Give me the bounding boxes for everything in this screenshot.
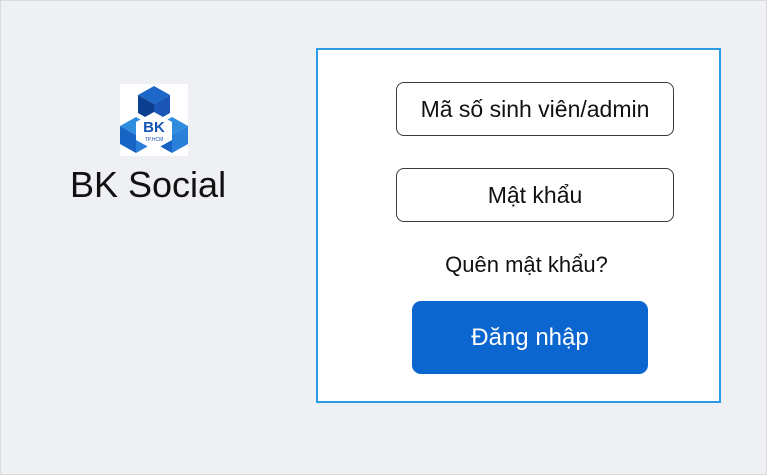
svg-text:TP.HCM: TP.HCM [145,137,164,143]
brand-name: BK Social [70,164,227,205]
login-button[interactable]: Đăng nhập [412,301,648,374]
student-id-input[interactable] [396,82,674,136]
forgot-password-link[interactable]: Quên mật khẩu? [318,252,719,278]
login-panel: Quên mật khẩu? Đăng nhập [316,48,721,403]
svg-text:BK: BK [143,119,165,136]
password-input[interactable] [396,168,674,222]
bk-logo-icon: BK TP.HCM [120,84,188,156]
